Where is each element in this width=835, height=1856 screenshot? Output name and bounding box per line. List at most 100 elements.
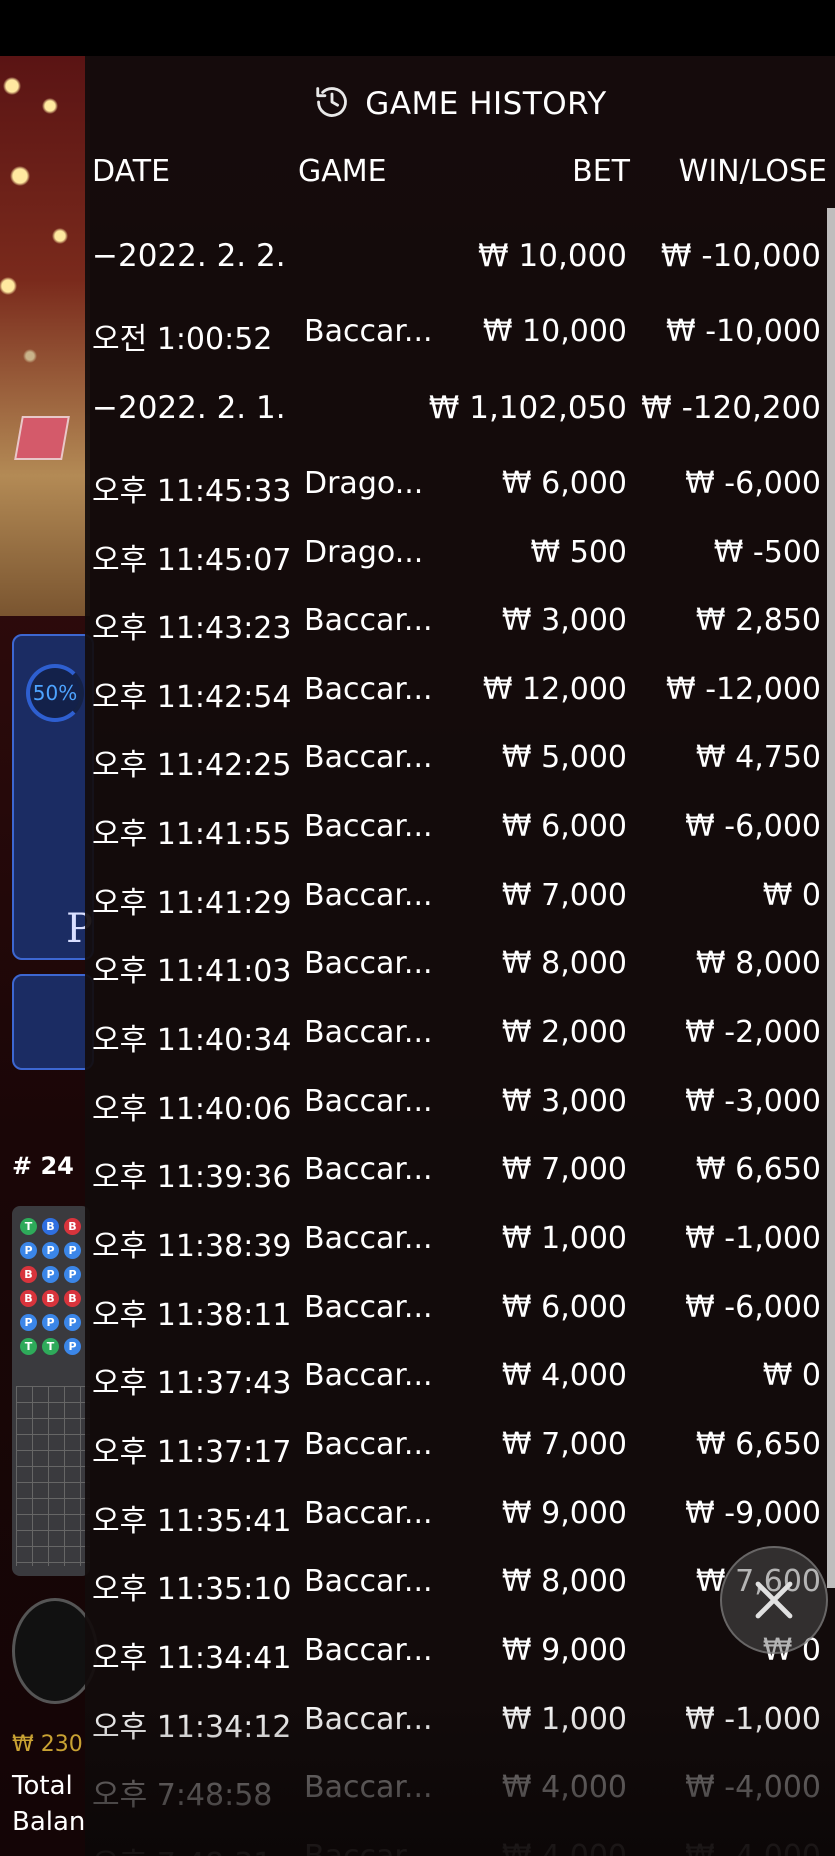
row-bet: ₩ 12,000 (482, 672, 627, 707)
column-header-game: GAME (298, 154, 387, 189)
balance-amount: ₩ 230 (12, 1732, 83, 1757)
row-winlose: ₩ 0 (762, 1358, 821, 1393)
history-row[interactable]: 오후 11:41:29 Baccar... ₩ 7,000 ₩ 0 (85, 878, 827, 938)
row-game: Baccar... (304, 1633, 433, 1668)
row-date: 오후 11:41:29 (92, 886, 292, 921)
row-date: 오후 11:37:17 (92, 1435, 292, 1470)
bead-grid (16, 1386, 90, 1566)
row-winlose: ₩ -2,000 (685, 1015, 821, 1050)
row-bet: ₩ 4,000 (502, 1839, 627, 1856)
card-shoe (14, 416, 70, 460)
close-icon (755, 1581, 793, 1619)
scoreboard-road: T B B P P P B P P B B B P P P T T P (12, 1206, 90, 1576)
row-date: 오후 11:38:11 (92, 1298, 292, 1333)
panel-title: GAME HISTORY (365, 86, 607, 122)
history-row[interactable]: 오후 11:45:07 Drago... ₩ 500 ₩ -500 (85, 535, 827, 595)
history-date-group[interactable]: −2022. 2. 1. ₩ 1,102,050 ₩ -120,200 (85, 390, 827, 450)
row-winlose: ₩ -6,000 (685, 1290, 821, 1325)
row-winlose: ₩ -6,000 (685, 466, 821, 501)
row-bet: ₩ 9,000 (501, 1496, 627, 1531)
history-row[interactable]: 오후 11:38:11 Baccar... ₩ 6,000 ₩ -6,000 (85, 1290, 827, 1350)
history-row[interactable]: 오후 11:41:55 Baccar... ₩ 6,000 ₩ -6,000 (85, 809, 827, 869)
row-date: 오후 11:35:41 (92, 1504, 292, 1539)
row-winlose: ₩ -10,000 (666, 314, 821, 349)
row-bet: ₩ 1,000 (501, 1221, 627, 1256)
history-row[interactable]: 오후 11:37:17 Baccar... ₩ 7,000 ₩ 6,650 (85, 1427, 827, 1487)
row-date: −2022. 2. 1. (92, 390, 286, 426)
row-bet: ₩ 10,000 (482, 314, 627, 349)
history-row[interactable]: 오후 11:34:12 Baccar... ₩ 1,000 ₩ -1,000 (85, 1702, 827, 1762)
history-row[interactable]: 오후 11:35:41 Baccar... ₩ 9,000 ₩ -9,000 (85, 1496, 827, 1556)
row-date: 오후 11:40:34 (92, 1023, 292, 1058)
scrollbar[interactable] (827, 208, 835, 1588)
row-bet: ₩ 7,000 (501, 878, 627, 913)
history-row[interactable]: 오후 11:35:10 Baccar... ₩ 8,000 ₩ 7,600 (85, 1564, 827, 1624)
row-bet: ₩ 1,102,050 (428, 390, 627, 426)
row-winlose: ₩ 4,750 (695, 740, 821, 775)
row-winlose: ₩ -3,000 (685, 1084, 821, 1119)
history-row[interactable]: 오후 7:48:31 Baccar... ₩ 4,000 ₩ -4,000 (85, 1839, 827, 1856)
history-icon (313, 83, 351, 125)
row-date: 오후 11:42:54 (92, 680, 292, 715)
row-bet: ₩ 3,000 (501, 1084, 627, 1119)
row-date: 오후 11:37:43 (92, 1366, 292, 1401)
row-bet: ₩ 5,000 (501, 740, 627, 775)
side-bet-spot[interactable] (12, 974, 94, 1070)
column-header-winlose: WIN/LOSE (678, 154, 827, 189)
history-row[interactable]: 오후 11:41:03 Baccar... ₩ 8,000 ₩ 8,000 (85, 946, 827, 1006)
row-date: 오후 11:45:33 (92, 474, 292, 509)
row-bet: ₩ 4,000 (501, 1770, 627, 1805)
row-game: Baccar... (304, 740, 433, 775)
history-row[interactable]: 오후 11:43:23 Baccar... ₩ 3,000 ₩ 2,850 (85, 603, 827, 663)
table-scene (0, 56, 90, 616)
row-game: Baccar... (304, 1839, 433, 1856)
row-bet: ₩ 3,000 (501, 603, 627, 638)
history-row[interactable]: 오전 1:00:52 Baccar... ₩ 10,000 ₩ -10,000 (85, 314, 827, 374)
history-row[interactable]: 오후 11:38:39 Baccar... ₩ 1,000 ₩ -1,000 (85, 1221, 827, 1281)
row-date: 오후 11:39:36 (92, 1160, 292, 1195)
row-game: Baccar... (304, 1290, 433, 1325)
row-winlose: ₩ -6,000 (685, 809, 821, 844)
history-row[interactable]: 오후 11:42:54 Baccar... ₩ 12,000 ₩ -12,000 (85, 672, 827, 732)
row-date: 오전 1:00:52 (92, 322, 273, 357)
row-game: Drago... (304, 535, 424, 570)
balance-label-line2: Balan (12, 1807, 86, 1837)
row-game: Baccar... (304, 1496, 433, 1531)
balance-label: Total Balan (12, 1768, 85, 1840)
history-row[interactable]: 오후 11:34:41 Baccar... ₩ 9,000 ₩ 0 (85, 1633, 827, 1693)
row-bet: ₩ 4,000 (501, 1358, 627, 1393)
history-row[interactable]: 오후 11:45:33 Drago... ₩ 6,000 ₩ -6,000 (85, 466, 827, 526)
history-date-group[interactable]: −2022. 2. 2. ₩ 10,000 ₩ -10,000 (85, 238, 827, 298)
row-game: Baccar... (304, 314, 433, 349)
row-date: 오후 11:40:06 (92, 1092, 292, 1127)
row-game: Baccar... (304, 672, 433, 707)
row-date: 오후 7:48:31 (92, 1839, 272, 1856)
row-bet: ₩ 10,000 (478, 238, 627, 274)
progress-indicator: 50% (26, 664, 84, 722)
column-header-bet: BET (572, 154, 630, 189)
history-row[interactable]: 오후 11:37:43 Baccar... ₩ 4,000 ₩ 0 (85, 1358, 827, 1418)
history-row[interactable]: 오후 11:40:06 Baccar... ₩ 3,000 ₩ -3,000 (85, 1084, 827, 1144)
row-winlose: ₩ -120,200 (641, 390, 821, 426)
row-winlose: ₩ 8,000 (695, 946, 821, 981)
row-game: Drago... (304, 466, 424, 501)
row-winlose: ₩ 6,650 (695, 1152, 821, 1187)
row-game: Baccar... (304, 1702, 433, 1737)
history-row[interactable]: 오후 11:40:34 Baccar... ₩ 2,000 ₩ -2,000 (85, 1015, 827, 1075)
row-game: Baccar... (304, 1770, 433, 1805)
row-date: 오후 11:41:55 (92, 817, 292, 852)
row-bet: ₩ 2,000 (501, 1015, 627, 1050)
column-header-date: DATE (92, 154, 171, 189)
row-winlose: ₩ -4,000 (685, 1770, 821, 1805)
row-winlose: ₩ -12,000 (666, 672, 821, 707)
row-bet: ₩ 8,000 (501, 1564, 627, 1599)
close-button[interactable] (720, 1546, 828, 1654)
row-date: 오후 11:34:41 (92, 1641, 292, 1676)
row-game: Baccar... (304, 1358, 433, 1393)
row-bet: ₩ 8,000 (501, 946, 627, 981)
history-row[interactable]: 오후 7:48:58 Baccar... ₩ 4,000 ₩ -4,000 (85, 1770, 827, 1830)
history-row[interactable]: 오후 11:42:25 Baccar... ₩ 5,000 ₩ 4,750 (85, 740, 827, 800)
row-date: 오후 11:43:23 (92, 611, 292, 646)
row-game: Baccar... (304, 878, 433, 913)
history-row[interactable]: 오후 11:39:36 Baccar... ₩ 7,000 ₩ 6,650 (85, 1152, 827, 1212)
